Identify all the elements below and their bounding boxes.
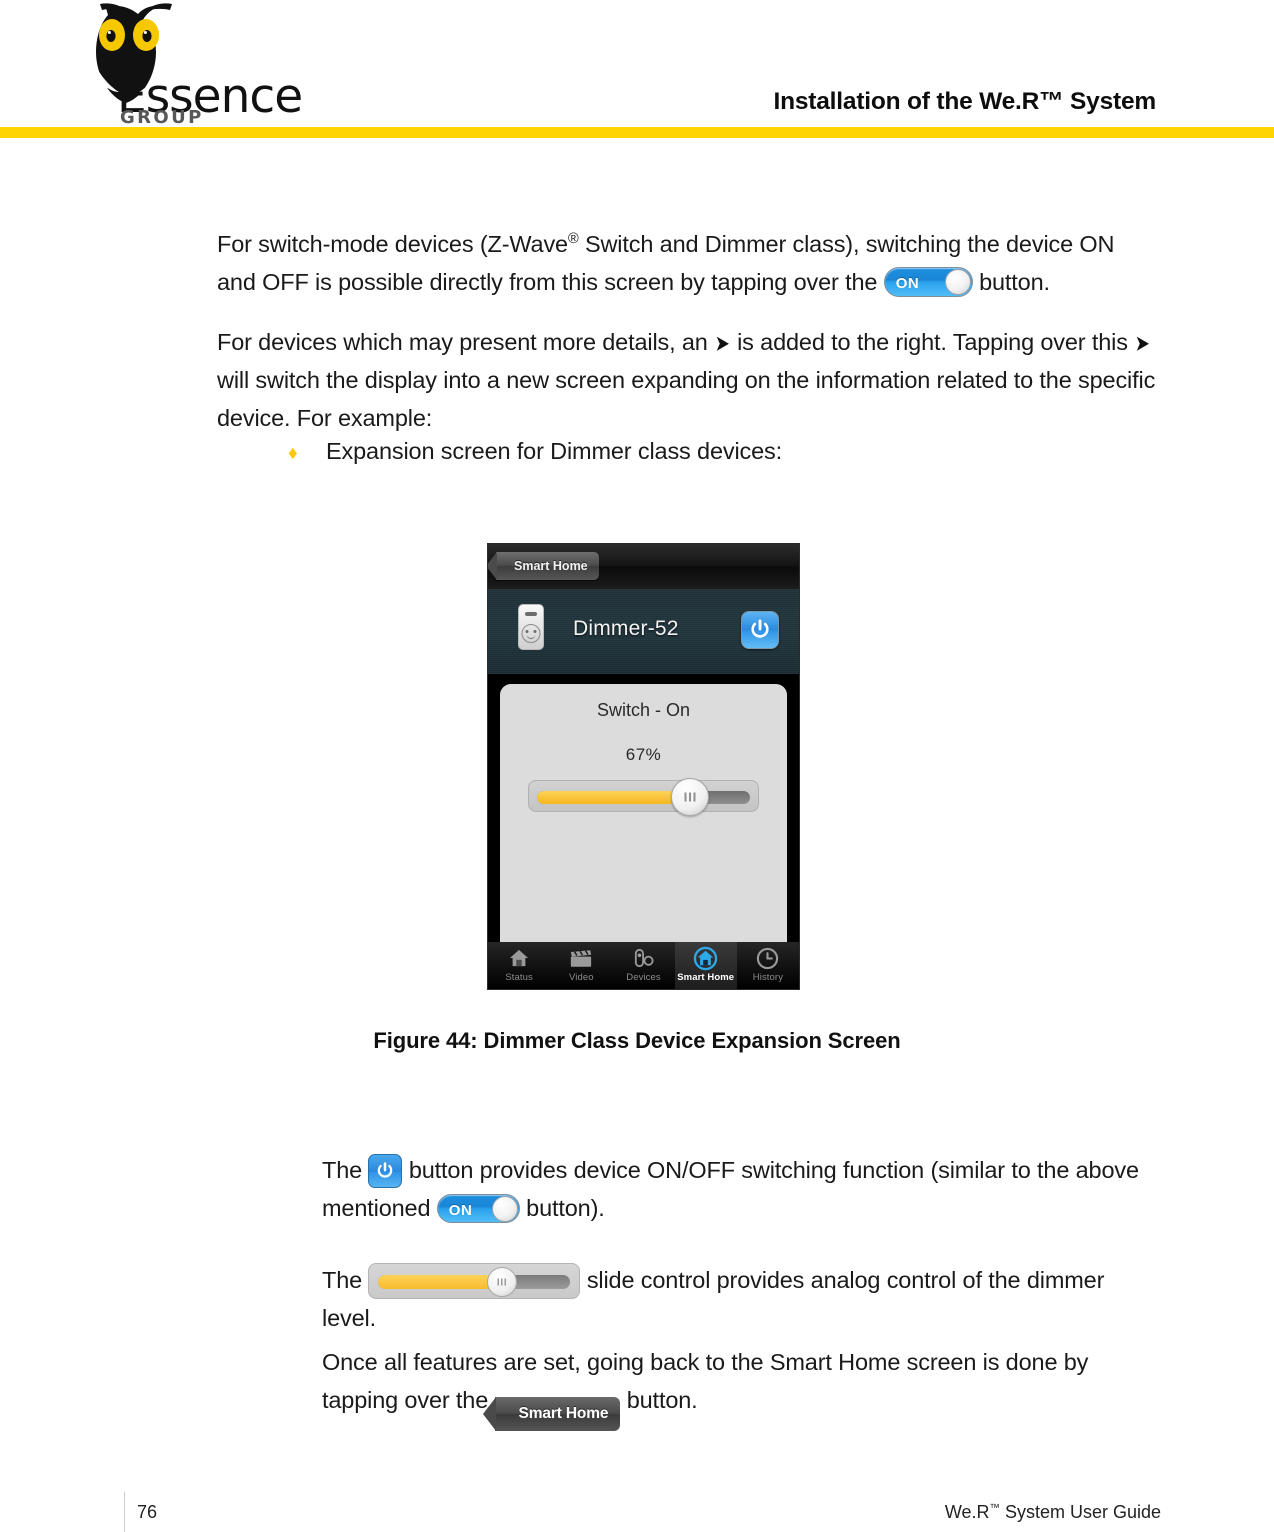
dimmer-percent-label: 67% <box>625 745 662 764</box>
on-toggle-inline-2[interactable]: ON <box>436 1194 520 1224</box>
p5-text-b: button. <box>620 1387 698 1414</box>
footer-page-number: 76 <box>137 1502 158 1522</box>
registered-mark: ® <box>567 231 579 248</box>
tab-smart-home[interactable]: Smart Home <box>674 942 737 989</box>
p2-text-a: For devices which may present more detai… <box>217 329 715 355</box>
footer-guide-b: System User Guide <box>999 1502 1161 1522</box>
p3-text-c: button). <box>519 1195 605 1222</box>
phone-screenshot: Smart Home Dimmer-52 Switch - On 67% Sta… <box>487 543 800 990</box>
dimmer-slider-fill <box>537 791 680 804</box>
p4-text-a: The <box>322 1267 369 1293</box>
power-icon-inline <box>378 1162 393 1178</box>
p2-text-b: is added to the right. Tapping over this <box>730 329 1135 355</box>
phone-tabbar: Status Video Devices Smart Home History <box>488 942 799 989</box>
dimmer-device-icon <box>518 604 544 650</box>
logo-subtitle: GROUP <box>120 107 204 128</box>
bullet-list-item: ♦ Expansion screen for Dimmer class devi… <box>288 438 782 465</box>
phone-control-panel: Switch - On 67% <box>500 684 787 942</box>
p1-text-c: button. <box>972 269 1050 296</box>
phone-power-button[interactable] <box>741 611 779 649</box>
on-toggle-label-2: ON <box>448 1202 473 1220</box>
tab-devices[interactable]: Devices <box>612 942 674 989</box>
on-toggle-knob-2 <box>491 1196 518 1223</box>
page-header: Essence GROUP Installation of the We.R™ … <box>0 0 1274 143</box>
slider-inline-fill <box>378 1275 500 1289</box>
p2-text-c: will switch the display into a new scree… <box>217 367 1156 432</box>
phone-device-name: Dimmer-52 <box>573 617 679 640</box>
diamond-bullet-icon: ♦ <box>288 443 298 464</box>
essence-group-logo: Essence GROUP <box>42 2 303 132</box>
tab-video-label: Video <box>568 972 594 983</box>
footer-divider <box>124 1492 125 1532</box>
p3-text-a: The <box>322 1157 369 1183</box>
slider-inline-track <box>378 1275 571 1289</box>
power-icon <box>751 619 769 638</box>
sensors-icon <box>612 946 674 970</box>
switch-state-label: Switch - On <box>596 700 691 720</box>
clock-icon <box>737 946 799 970</box>
on-toggle-knob <box>944 269 971 296</box>
tab-status[interactable]: Status <box>488 942 550 989</box>
trademark-mark: ™ <box>989 1503 1000 1514</box>
chevron-right-icon-1: ➤ <box>715 333 730 355</box>
dimmer-slider-knob[interactable] <box>671 778 710 816</box>
page-footer: 76 We.R™ System User Guide <box>0 1486 1274 1532</box>
dimmer-slider-track <box>537 791 750 804</box>
smart-home-button-inline[interactable]: Smart Home <box>482 1397 621 1432</box>
footer-guide-title: We.R™ System User Guide <box>945 1502 1161 1523</box>
phone-navbar: Smart Home <box>488 544 799 589</box>
dimmer-slider[interactable] <box>528 778 759 816</box>
tab-history[interactable]: History <box>737 942 799 989</box>
on-toggle-inline-1[interactable]: ON <box>883 267 973 298</box>
phone-back-button[interactable]: Smart Home <box>488 552 599 580</box>
chevron-right-icon-2: ➤ <box>1135 333 1150 355</box>
paragraph-slide-control: The slide control provides analog contro… <box>322 1261 1162 1337</box>
tab-devices-label: Devices <box>626 972 661 983</box>
figure-caption: Figure 44: Dimmer Class Device Expansion… <box>373 1028 901 1053</box>
phone-device-header: Dimmer-52 <box>488 589 799 674</box>
device-icon-slot <box>525 612 537 616</box>
header-accent-rule <box>0 127 1274 138</box>
paragraph-switch-mode: For switch-mode devices (Z-Wave® Switch … <box>217 225 1157 301</box>
clapper-icon <box>550 946 612 970</box>
p5-text-a: Once all features are set, going back to… <box>322 1349 1089 1414</box>
page-header-title: Installation of the We.R™ System <box>773 88 1157 115</box>
slider-inline-knob[interactable] <box>487 1267 518 1297</box>
tab-video[interactable]: Video <box>550 942 612 989</box>
home-icon <box>488 946 550 970</box>
on-toggle-label: ON <box>895 275 920 293</box>
smarthome-icon <box>675 946 737 970</box>
paragraph-expansion-intro: For devices which may present more detai… <box>217 323 1165 437</box>
power-button-inline[interactable] <box>368 1154 403 1188</box>
paragraph-power-button: The button provides device ON/OFF switch… <box>322 1151 1162 1227</box>
bullet-item-label: Expansion screen for Dimmer class device… <box>326 438 783 464</box>
paragraph-return-smarthome: Once all features are set, going back to… <box>322 1343 1162 1432</box>
dimmer-slider-inline[interactable] <box>368 1263 581 1299</box>
tab-history-label: History <box>752 972 784 983</box>
p1-text-a: For switch-mode devices (Z-Wave <box>217 231 568 257</box>
tab-smart-home-label: Smart Home <box>677 972 735 983</box>
tab-status-label: Status <box>505 972 533 983</box>
footer-guide-a: We.R <box>944 1502 990 1522</box>
